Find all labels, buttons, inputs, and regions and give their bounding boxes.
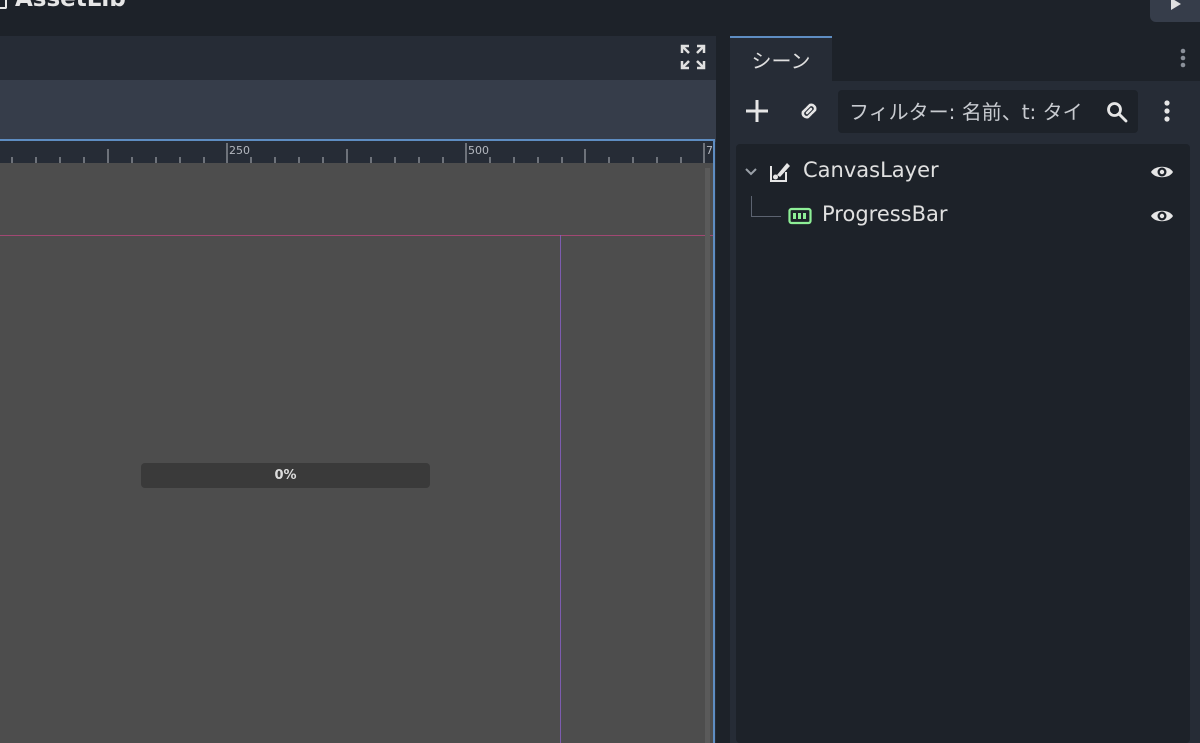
dock-menu-button[interactable] [1176,42,1190,74]
ruler-label-750: 75 [706,144,713,157]
distraction-free-button[interactable] [680,44,708,72]
play-icon [1171,0,1181,10]
ruler-label-250: 250 [229,144,250,157]
canvas-scrollbar[interactable] [705,168,710,743]
ruler-ticks [11,143,705,163]
visibility-eye-icon[interactable] [1150,204,1174,228]
scene-tree[interactable]: CanvasLayer ProgressBar [736,144,1190,743]
tree-node-canvaslayer[interactable]: CanvasLayer [736,152,1190,192]
play-button[interactable] [1150,0,1200,22]
assetlib-icon [0,0,7,9]
chevron-down-icon[interactable] [743,164,759,180]
canvas-layer-icon [770,163,790,182]
viewport-guide-vertical [560,235,561,743]
kebab-icon [1164,100,1170,122]
search-icon [1107,102,1128,123]
progress-bar-preview[interactable]: 0% [141,463,430,488]
editor-canvas[interactable]: 0% [0,163,713,743]
scene-dock: シーン フィルター: 名前、t: タイ CanvasLayer Progress… [730,36,1200,743]
node-label-progressbar: ProgressBar [822,202,948,226]
expand-icon [680,44,706,70]
viewport-toolbar [0,80,716,142]
viewport-header [0,36,716,80]
visibility-eye-icon[interactable] [1150,160,1174,184]
add-node-button[interactable] [742,96,772,126]
assetlib-label: AssetLib [15,0,126,12]
scene-filter-input[interactable] [849,91,1099,132]
assetlib-tab[interactable]: AssetLib [0,0,126,12]
viewport-guide-horizontal [0,235,713,236]
horizontal-ruler[interactable]: 250 500 75 [0,141,713,163]
scene-filter-field[interactable] [838,90,1138,133]
top-bar: AssetLib [0,0,1200,34]
tab-scene[interactable]: シーン [730,36,832,81]
progress-bar-icon [788,207,812,225]
node-label-canvaslayer: CanvasLayer [803,158,939,182]
link-icon [801,103,817,119]
scene-tab-bar: シーン [730,36,1200,81]
instantiate-scene-button[interactable] [794,96,824,126]
tree-node-progressbar[interactable]: ProgressBar [736,196,1190,236]
progress-text: 0% [274,468,297,483]
scene-toolbar [730,81,1200,141]
scene-options-button[interactable] [1160,95,1174,127]
ruler-label-500: 500 [468,144,489,157]
plus-icon [746,100,768,122]
kebab-icon [1180,48,1186,68]
